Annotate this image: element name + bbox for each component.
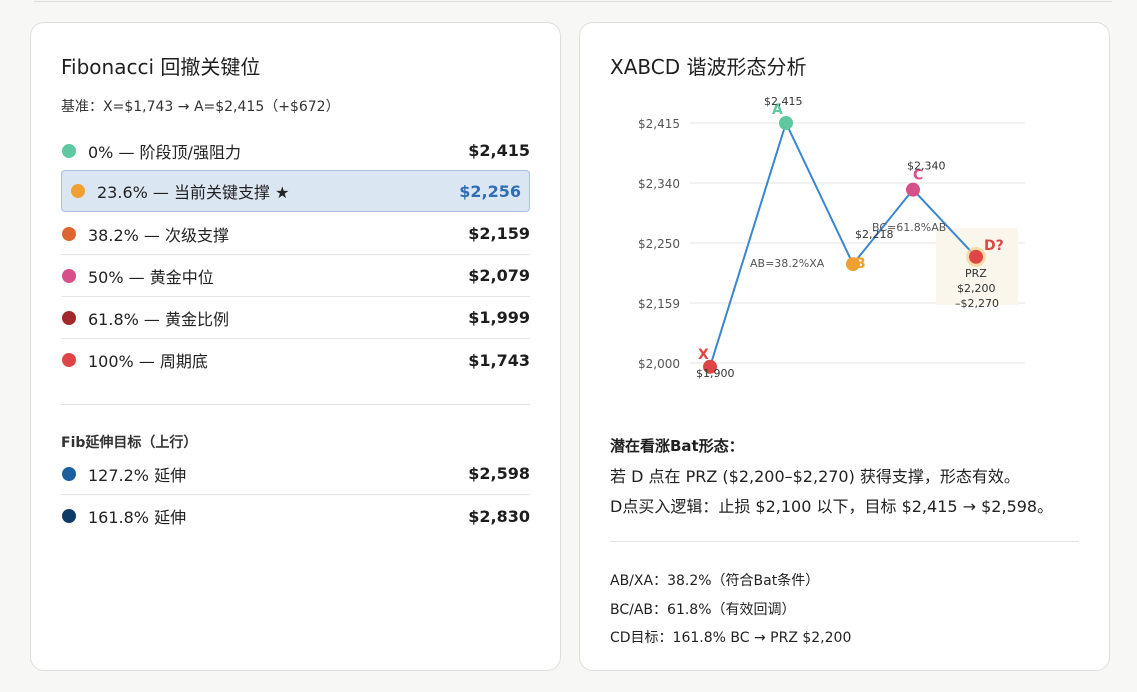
- xabcd-card: XABCD 谐波形态分析 $2,415 $2,340 $2,250 $2,159 $2,…: [579, 22, 1110, 671]
- level-dot-icon: [62, 353, 76, 367]
- analysis-line-1: 若 D 点在 PRZ ($2,200–$2,270) 获得支撑，形态有效。: [610, 467, 1020, 486]
- fib-level-100: 100% — 周期底 $1,743: [61, 339, 530, 381]
- prz-range-line: –$2,270: [955, 297, 999, 310]
- level-dot-icon: [62, 310, 76, 325]
- y-tick-label: $2,000: [638, 357, 680, 371]
- section-divider: [61, 404, 530, 405]
- level-value: $2,256: [459, 181, 521, 201]
- level-label: 38.2% — 次级支撑: [88, 225, 230, 245]
- level-value: $1,743: [468, 350, 530, 370]
- bc-ratio-annotation: BC=61.8%AB: [872, 221, 946, 234]
- xabcd-title: XABCD 谐波形态分析: [610, 55, 807, 79]
- fib-level-618: 61.8% — 黄金比例 $1,999: [61, 297, 530, 339]
- level-dot-icon: [62, 143, 76, 158]
- ab-ratio-annotation: AB=38.2%XA: [750, 257, 825, 270]
- level-label: 23.6% — 当前关键支撑 ★: [97, 183, 290, 202]
- metric-bc-ab: BC/AB：61.8%（有效回调）: [610, 602, 796, 618]
- fib-level-236-highlighted: 23.6% — 当前关键支撑 ★ $2,256: [61, 170, 530, 212]
- extension-value: $2,830: [468, 506, 530, 526]
- point-price-label: $2,340: [907, 160, 946, 173]
- fibonacci-baseline: 基准：X=$1,743 → A=$2,415（+$672）: [61, 99, 340, 115]
- level-label: 50% — 黄金中位: [88, 267, 214, 287]
- extension-value: $2,598: [468, 464, 530, 483]
- y-tick-label: $2,250: [638, 237, 680, 251]
- point-name-label: D?: [984, 238, 1004, 254]
- level-label: 61.8% — 黄金比例: [88, 309, 230, 329]
- fib-extension-1618: 161.8% 延伸 $2,830: [61, 495, 530, 537]
- level-dot-icon: [62, 226, 76, 241]
- analysis-title: 潜在看涨Bat形态：: [610, 437, 744, 455]
- metric-ab-xa: AB/XA：38.2%（符合Bat条件）: [610, 573, 820, 589]
- extension-title: Fib延伸目标（上行）: [61, 435, 198, 451]
- fib-level-50: 50% — 黄金中位 $2,079: [61, 255, 530, 297]
- level-value: $2,079: [468, 266, 530, 285]
- fibonacci-title: Fibonacci 回撤关键位: [61, 55, 261, 79]
- metric-cd-target: CD目标：161.8% BC → PRZ $2,200: [610, 630, 852, 646]
- level-label: 100% — 周期底: [88, 352, 208, 371]
- point-price-label: $2,415: [764, 95, 803, 108]
- level-value: $2,415: [468, 141, 530, 160]
- extension-dot-icon: [62, 466, 76, 481]
- level-dot-icon: [71, 184, 85, 198]
- level-dot-icon: [62, 268, 76, 283]
- prz-title: PRZ: [965, 267, 987, 280]
- point-name-label: B: [855, 256, 866, 272]
- level-value: $1,999: [468, 308, 530, 327]
- fib-extension-1272: 127.2% 延伸 $2,598: [61, 453, 530, 495]
- analysis-line-2: D点买入逻辑：止损 $2,100 以下，目标 $2,415 → $2,598。: [610, 497, 1054, 516]
- xabcd-chart: $2,415$2,340$2,250$2,159$2,000 XABCD?$1,…: [638, 95, 1025, 380]
- fib-level-382: 38.2% — 次级支撑 $2,159: [61, 213, 530, 255]
- fib-level-0: 0% — 阶段顶/强阻力 $2,415: [61, 130, 530, 172]
- extension-dot-icon: [62, 509, 76, 523]
- top-divider: [34, 0, 1112, 2]
- point-name-label: X: [698, 347, 709, 363]
- fibonacci-card: Fibonacci 回撤关键位 基准：X=$1,743 → A=$2,415（+…: [30, 22, 561, 671]
- metrics-divider: [610, 541, 1079, 542]
- extension-label: 161.8% 延伸: [88, 508, 187, 527]
- y-tick-label: $2,415: [638, 117, 680, 131]
- y-tick-label: $2,159: [638, 297, 680, 311]
- point-a: [779, 116, 793, 130]
- point-d: [969, 249, 983, 264]
- extension-label: 127.2% 延伸: [88, 465, 187, 485]
- level-value: $2,159: [468, 224, 530, 243]
- point-c: [906, 182, 920, 197]
- y-tick-label: $2,340: [638, 177, 680, 191]
- point-price-label: $1,900: [696, 367, 735, 380]
- level-label: 0% — 阶段顶/强阻力: [88, 142, 241, 162]
- prz-range-line: $2,200: [957, 282, 996, 295]
